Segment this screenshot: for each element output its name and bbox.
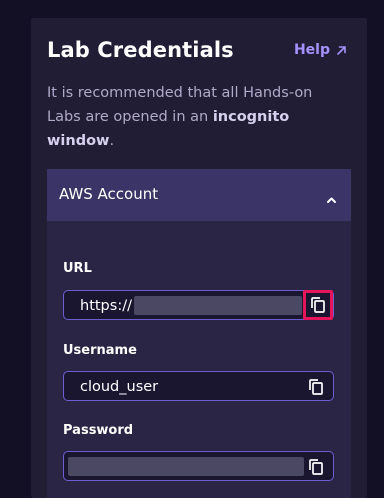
help-link[interactable]: Help: [294, 40, 347, 60]
url-field[interactable]: https://: [63, 290, 334, 320]
panel-header: Lab Credentials Help: [47, 36, 351, 66]
help-label: Help: [293, 42, 330, 58]
copy-icon: [309, 379, 323, 395]
url-redacted: [134, 296, 302, 315]
password-redacted: [68, 457, 304, 476]
copy-password-button[interactable]: [305, 456, 327, 478]
url-value: https://: [80, 298, 132, 314]
password-label: Password: [63, 423, 134, 438]
aws-account-accordion-header[interactable]: AWS Account: [47, 169, 351, 221]
aws-account-accordion-body: URL https:// Username cloud_user Passwor…: [47, 221, 351, 498]
username-label: Username: [63, 343, 137, 358]
notice-period: .: [109, 133, 115, 149]
copy-icon: [309, 459, 323, 475]
copy-username-button[interactable]: [305, 376, 327, 398]
chevron-up-icon: [326, 189, 337, 208]
page-title: Lab Credentials: [47, 38, 234, 62]
incognito-notice: It is recommended that all Hands-on Labs…: [47, 81, 337, 153]
username-field[interactable]: cloud_user: [63, 371, 334, 401]
external-arrow-icon: [336, 45, 347, 56]
copy-url-button[interactable]: [303, 290, 333, 320]
copy-icon: [311, 297, 325, 313]
lab-credentials-panel: Lab Credentials Help It is recommended t…: [31, 18, 367, 498]
accordion-title: AWS Account: [59, 185, 159, 203]
username-value: cloud_user: [80, 379, 159, 395]
password-field[interactable]: [63, 451, 334, 481]
url-label: URL: [63, 261, 92, 276]
